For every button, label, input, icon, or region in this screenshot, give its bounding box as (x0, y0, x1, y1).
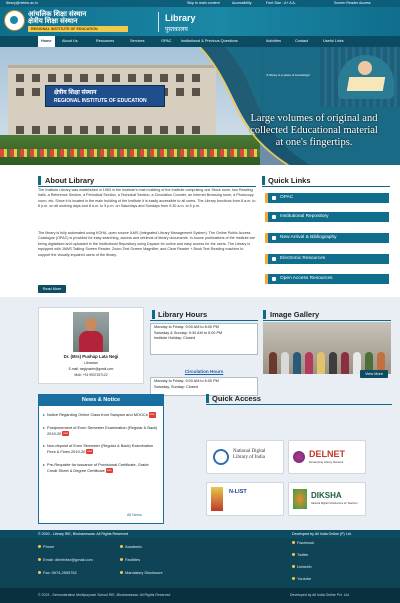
librarian-mobile: Mob: +91 9937157122 (74, 373, 108, 377)
nav-institutional[interactable]: Institutional & Previous Questions (181, 36, 238, 47)
news-item[interactable]: Postponement of Even Semester Examinatio… (43, 425, 159, 437)
top-email[interactable]: library@riebbs.ac.in (6, 0, 38, 7)
quick-links-title: Quick Links (268, 176, 311, 185)
nav-contact[interactable]: Contact (295, 36, 308, 47)
footer-social-youtube[interactable]: Youtube (292, 576, 311, 581)
news-item[interactable]: Pre-Requisite for issuance of Provisiona… (43, 462, 159, 474)
footer-main: Phone Email: dirriebbsr@gmail.com Fax: 0… (0, 538, 400, 588)
diksha-logo-card[interactable]: DIKSHA National Digital Infrastructure f… (288, 482, 366, 516)
quick-link-open-access[interactable]: Open Access Resources (265, 274, 389, 284)
delnet-icon (293, 451, 305, 463)
footer-bottom-copyright: © 2023 - Demonstration Multipurpose Scho… (38, 593, 171, 597)
hero-quote: “A library is a place of knowledge” (265, 73, 311, 77)
librarian-email[interactable]: E-mail: negipusrie@gmail.com (39, 367, 143, 371)
gallery-title: Image Gallery (270, 310, 320, 319)
library-title-hindi: पुस्तकालय (165, 27, 188, 33)
footer-phone: Phone (38, 544, 54, 549)
footer-developer: Developed by All India Online (P) Ltd. (292, 532, 352, 536)
nlist-icon (211, 487, 223, 511)
footer-bottom-developer: Developed by All India Online Pvt. Ltd. (290, 593, 350, 597)
nav-about[interactable]: About Us (62, 36, 78, 47)
news-title: News & Notice (39, 395, 163, 406)
quick-access-title: Quick Access (212, 394, 261, 403)
footer-link-facilities[interactable]: Facilities (120, 557, 140, 562)
footer-link-academic[interactable]: Academic (120, 544, 142, 549)
accessibility-link[interactable]: Accessibility (232, 0, 252, 7)
quick-link-opac[interactable]: OPAC (265, 193, 389, 203)
main-nav: Home About Us Resources Services OPAC In… (0, 36, 400, 47)
circulation-hours-title: Circulation Hours (184, 369, 224, 374)
news-item[interactable]: Non-deposit of Even Semester (Regular & … (43, 443, 159, 455)
read-more-button[interactable]: Read More (38, 285, 66, 293)
gallery-image[interactable] (263, 322, 391, 374)
footer-copyright: © 2020 - Library RIE, Bhubaneswar. All R… (38, 532, 128, 536)
footer-bottom: © 2023 - Demonstration Multipurpose Scho… (0, 588, 400, 603)
title-hindi-2: क्षेत्रीय शिक्षा संस्थान (28, 18, 78, 25)
top-bar: library@riebbs.ac.in Skip to main conten… (0, 0, 400, 7)
librarian-card: Dr. (Mrs) Pushap Lata Negi Librarian E-m… (38, 307, 144, 384)
news-notice-panel: News & Notice Notice Regarding Online Cl… (38, 394, 164, 524)
footer-social-linkedin[interactable]: LinkedIn (292, 564, 312, 569)
nav-opac[interactable]: OPAC (161, 36, 171, 47)
about-title: About Library (45, 176, 95, 185)
footer-link-disclosure[interactable]: Mandatory Disclosure (120, 570, 163, 575)
nlist-logo-card[interactable]: N-LIST (206, 482, 284, 516)
quick-link-new-arrival[interactable]: New Arrival & Bibliography (265, 233, 389, 243)
ndli-icon (213, 449, 229, 465)
hero-banner: क्षेत्रीय शिक्षा संस्थान REGIONAL INSTIT… (0, 47, 400, 165)
nav-activities[interactable]: Activities (266, 36, 281, 47)
footer-fax: Fax: 0674-2555782 (38, 570, 77, 575)
hero-tagline: Large volumes of original and collected … (250, 113, 378, 148)
nav-home[interactable]: Home (38, 36, 55, 47)
librarian-photo (73, 312, 109, 352)
nav-useful-links[interactable]: Useful Links (323, 36, 344, 47)
librarian-name: Dr. (Mrs) Pushap Lata Negi (63, 354, 119, 359)
view-more-button[interactable]: View More (360, 370, 388, 378)
quick-link-electronic[interactable]: Electronic Resources (265, 254, 389, 264)
all-news-link[interactable]: All News (127, 513, 142, 517)
institute-logo[interactable] (4, 10, 25, 31)
screen-reader-link[interactable]: Screen Reader Access (334, 0, 371, 7)
library-title: Library (165, 13, 196, 23)
nav-services[interactable]: Services (130, 36, 145, 47)
library-hours-title: Library Hours (158, 310, 208, 319)
footer-social-twitter[interactable]: Twitter (292, 552, 308, 557)
librarian-designation: Librarian (84, 361, 98, 365)
footer-social-facebook[interactable]: Facebook (292, 540, 314, 545)
news-item[interactable]: Notice Regarding Online Class from Swaya… (43, 412, 159, 418)
about-paragraph-1: The Institute Library was established in… (38, 188, 256, 209)
delnet-logo-card[interactable]: DELNET Developing Library Network (288, 440, 366, 474)
footer-bar: © 2020 - Library RIE, Bhubaneswar. All R… (0, 530, 400, 538)
ndli-logo-card[interactable]: National Digital Library of India (206, 440, 284, 474)
title-english: REGIONAL INSTITUTE OF EDUCATION (28, 26, 128, 32)
nav-resources[interactable]: Resources (96, 36, 114, 47)
font-size-controls[interactable]: Font Size : A+ A A- (266, 0, 296, 7)
title-hindi-1: आंचलिक शिक्षा संस्थान (28, 11, 87, 18)
quick-link-repository[interactable]: Institutional Repository (265, 212, 389, 222)
about-paragraph-2: The library is fully automated using KOH… (38, 231, 255, 257)
library-hours-box: Monday to Friday: 9:00 AM to 8:00 PM Sat… (150, 323, 258, 355)
site-header: आंचलिक शिक्षा संस्थान क्षेत्रीय शिक्षा स… (0, 7, 400, 36)
skip-link[interactable]: Skip to main content (187, 0, 220, 7)
footer-email[interactable]: Email: dirriebbsr@gmail.com (38, 557, 93, 562)
diksha-icon (293, 489, 307, 509)
